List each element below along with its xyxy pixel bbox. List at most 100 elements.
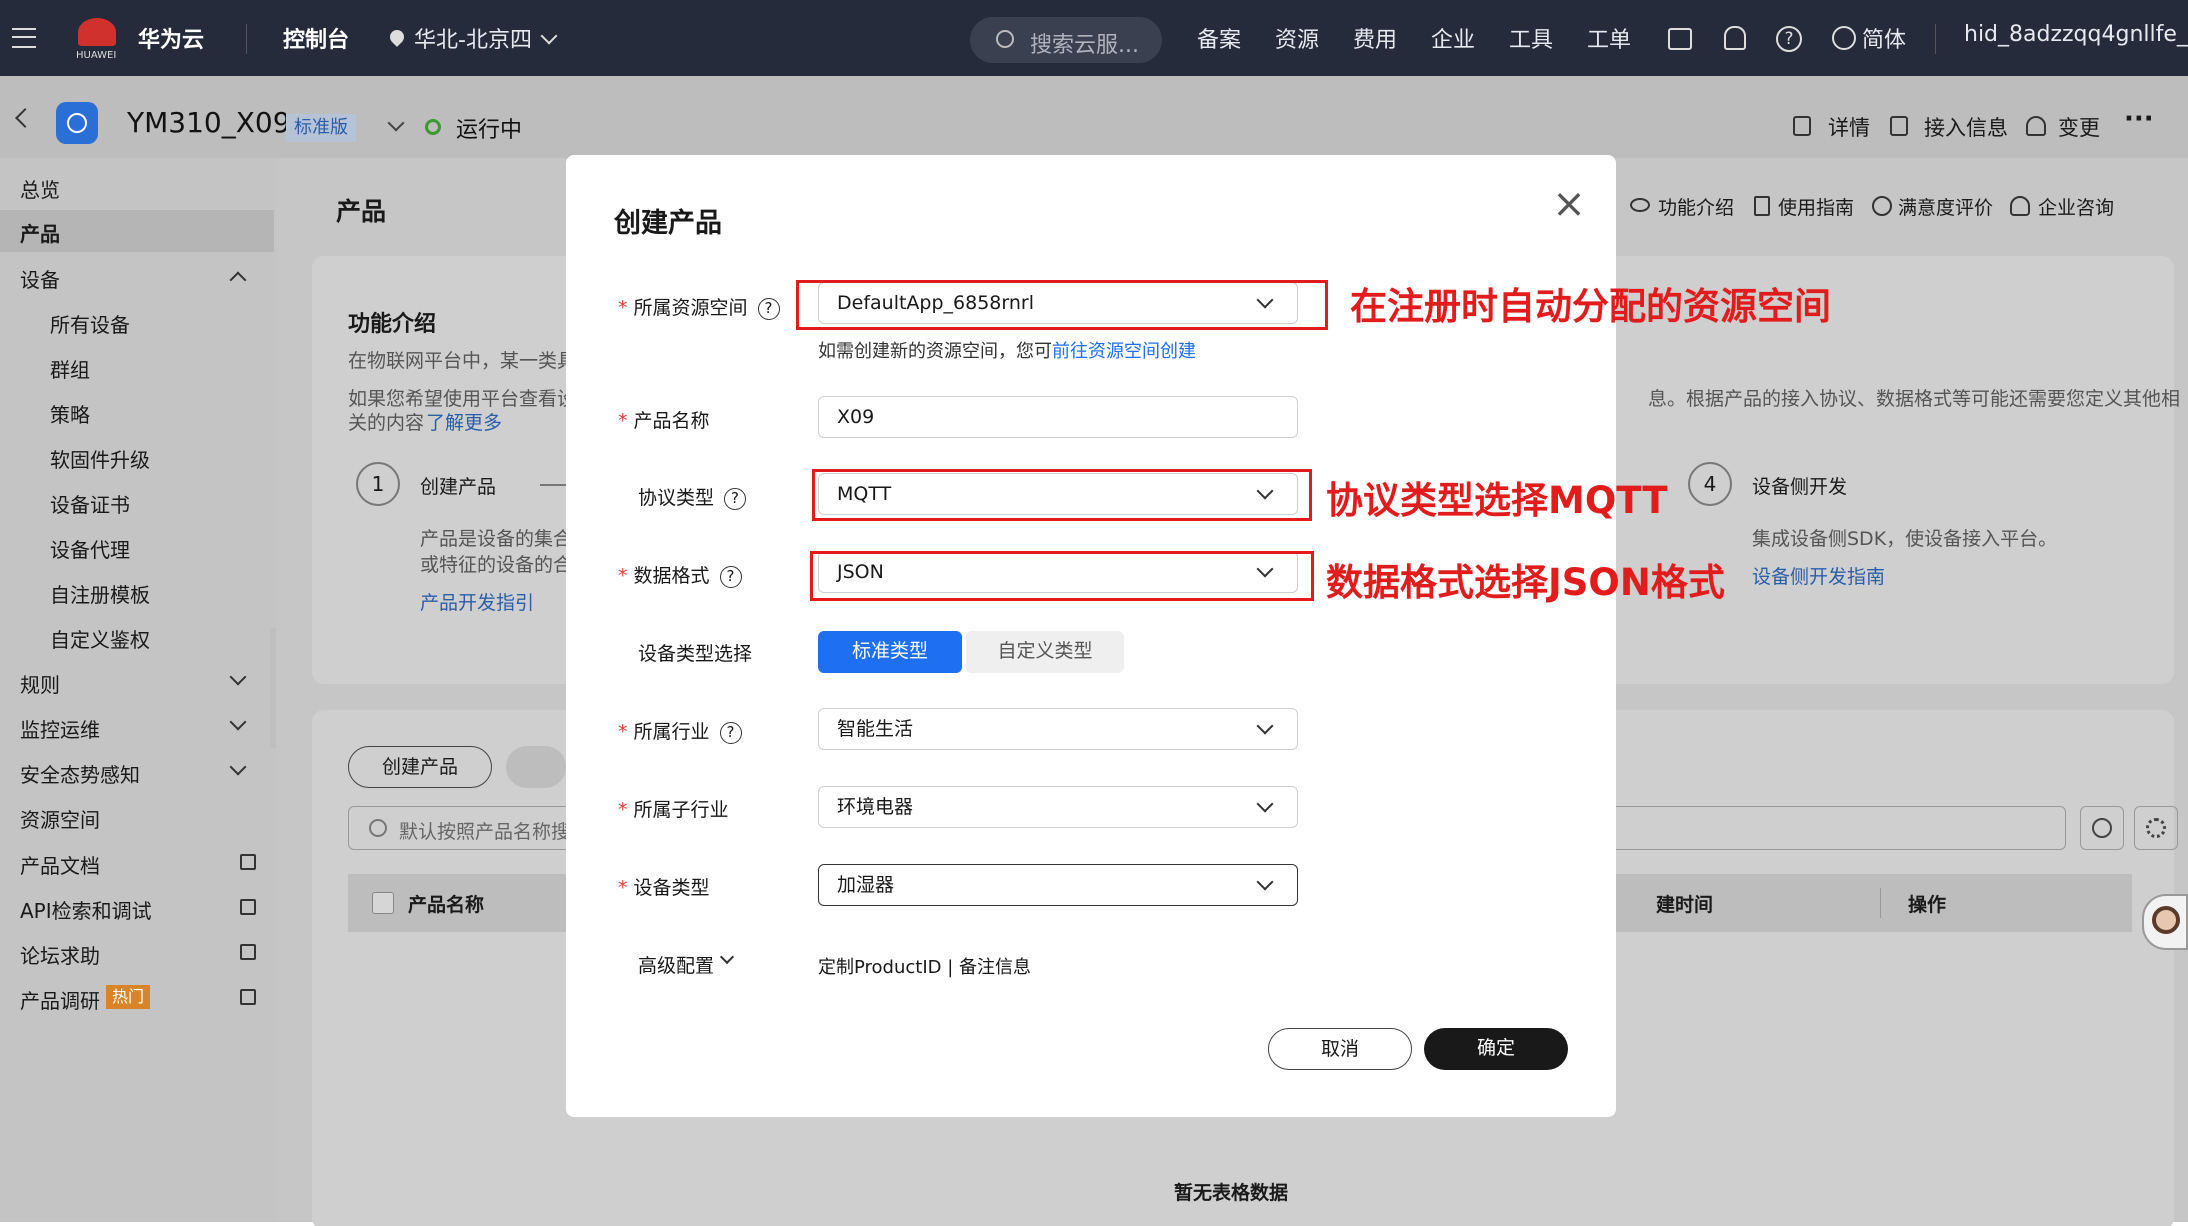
chevron-down-icon[interactable] xyxy=(719,949,735,965)
help-icon[interactable]: ? xyxy=(719,565,742,588)
access-info-button[interactable]: 接入信息 xyxy=(1924,112,2008,142)
globe-icon[interactable] xyxy=(1832,26,1856,50)
cancel-button[interactable]: 取消 xyxy=(1268,1028,1412,1070)
sidebar-item-overview[interactable]: 总览 xyxy=(20,174,60,203)
sub-industry-select[interactable]: 环境电器 xyxy=(818,786,1298,828)
menu-resources[interactable]: 资源 xyxy=(1275,22,1319,54)
link-satisfaction[interactable]: 满意度评价 xyxy=(1898,193,1993,220)
sidebar-item-survey[interactable]: 产品调研 xyxy=(20,985,100,1014)
menu-tools[interactable]: 工具 xyxy=(1509,22,1553,54)
chevron-down-icon xyxy=(1256,873,1274,891)
sidebar-item-forum[interactable]: 论坛求助 xyxy=(20,940,100,969)
sidebar-item-products[interactable]: 产品 xyxy=(20,218,60,247)
intro-line-1: 在物联网平台中，某一类具 xyxy=(348,350,577,372)
intro-line-right: 息。根据产品的接入协议、数据格式等可能还需要您定义其他相 xyxy=(1648,388,2181,410)
secondary-button[interactable] xyxy=(506,746,566,788)
external-link-icon[interactable] xyxy=(240,854,256,870)
link-user-guide[interactable]: 使用指南 xyxy=(1778,193,1854,220)
product-name-input[interactable]: X09 xyxy=(818,396,1298,438)
smile-icon xyxy=(1872,196,1892,216)
sidebar-item-policies[interactable]: 策略 xyxy=(50,399,90,428)
create-product-button[interactable]: 创建产品 xyxy=(348,746,492,788)
confirm-button[interactable]: 确定 xyxy=(1424,1028,1568,1070)
close-icon[interactable]: × xyxy=(1552,184,1586,224)
sidebar-item-ota[interactable]: 软固件升级 xyxy=(50,444,150,473)
label-data-format: * 数据格式? xyxy=(618,561,742,588)
change-icon[interactable] xyxy=(2026,116,2046,136)
brand-name[interactable]: 华为云 xyxy=(138,22,204,54)
device-type-select[interactable]: 加湿器 xyxy=(818,864,1298,906)
language-selector[interactable]: 简体 xyxy=(1862,22,1906,54)
advanced-config-toggle[interactable]: 高级配置 xyxy=(638,951,714,978)
chevron-down-icon[interactable] xyxy=(229,758,247,776)
sidebar-item-monitoring[interactable]: 监控运维 xyxy=(20,714,100,743)
external-link-icon[interactable] xyxy=(240,944,256,960)
assistant-avatar[interactable] xyxy=(2142,894,2188,950)
sidebar-item-product-docs[interactable]: 产品文档 xyxy=(20,850,100,879)
more-actions-icon[interactable]: ··· xyxy=(2124,104,2154,134)
sidebar-item-device-proxy[interactable]: 设备代理 xyxy=(50,534,130,563)
sidebar-item-custom-auth[interactable]: 自定义鉴权 xyxy=(50,624,150,653)
label-protocol: 协议类型? xyxy=(638,483,747,510)
region-selector[interactable]: 华北-北京四 xyxy=(414,22,532,54)
annotation-box-resource-space xyxy=(796,280,1328,330)
sidebar-item-resource-space[interactable]: 资源空间 xyxy=(20,804,100,833)
cloud-shell-icon[interactable] xyxy=(1668,28,1692,50)
region-chevron-down-icon[interactable] xyxy=(540,27,558,45)
instance-switch-chevron-down-icon[interactable] xyxy=(387,114,405,132)
link-feature-intro[interactable]: 功能介绍 xyxy=(1658,193,1734,220)
annotation-data-format: 数据格式选择JSON格式 xyxy=(1326,561,1725,604)
sidebar-item-security[interactable]: 安全态势感知 xyxy=(20,759,140,788)
hamburger-menu-icon[interactable] xyxy=(12,28,36,48)
access-info-icon[interactable] xyxy=(1890,116,1908,136)
col-product-name: 产品名称 xyxy=(408,894,485,916)
sidebar-item-certificates[interactable]: 设备证书 xyxy=(50,489,130,518)
step-1-desc-1: 产品是设备的集合 xyxy=(420,528,573,550)
label-industry: * 所属行业? xyxy=(618,717,742,744)
create-resource-space-link[interactable]: 前往资源空间创建 xyxy=(1052,341,1196,362)
huawei-logo-icon[interactable] xyxy=(78,18,116,46)
menu-beian[interactable]: 备案 xyxy=(1197,22,1241,54)
status-dot-icon xyxy=(425,119,441,135)
step-4-link[interactable]: 设备侧开发指南 xyxy=(1752,562,1885,589)
menu-enterprise[interactable]: 企业 xyxy=(1431,22,1475,54)
chevron-up-icon[interactable] xyxy=(229,271,247,289)
sidebar-item-api-explorer[interactable]: API检索和调试 xyxy=(20,895,152,924)
help-icon[interactable]: ? xyxy=(724,487,747,510)
refresh-icon[interactable] xyxy=(2080,806,2124,850)
sidebar-item-rules[interactable]: 规则 xyxy=(20,669,60,698)
annotation-box-data-format xyxy=(810,551,1314,601)
settings-gear-icon[interactable] xyxy=(2134,806,2178,850)
external-link-icon[interactable] xyxy=(240,899,256,915)
external-link-icon[interactable] xyxy=(240,989,256,1005)
step-1-link[interactable]: 产品开发指引 xyxy=(420,588,534,615)
link-enterprise-consult[interactable]: 企业咨询 xyxy=(2038,193,2114,220)
menu-billing[interactable]: 费用 xyxy=(1353,22,1397,54)
user-account[interactable]: hid_8adzzqq4gnllfe_ xyxy=(1964,22,2188,47)
help-icon[interactable]: ? xyxy=(719,721,742,744)
select-all-checkbox[interactable] xyxy=(372,892,394,914)
sidebar-item-groups[interactable]: 群组 xyxy=(50,354,90,383)
learn-more-link[interactable]: 了解更多 xyxy=(426,408,502,435)
help-icon[interactable]: ? xyxy=(1776,26,1802,52)
sidebar-item-devices[interactable]: 设备 xyxy=(20,264,60,293)
change-button[interactable]: 变更 xyxy=(2058,112,2100,142)
industry-select[interactable]: 智能生活 xyxy=(818,708,1298,750)
advanced-config-summary: 定制ProductID | 备注信息 xyxy=(818,957,1032,978)
details-icon[interactable] xyxy=(1793,116,1811,136)
sidebar-item-self-register[interactable]: 自注册模板 xyxy=(50,579,150,608)
sidebar-item-all-devices[interactable]: 所有设备 xyxy=(50,309,130,338)
chevron-down-icon[interactable] xyxy=(229,668,247,686)
page-title: 产品 xyxy=(336,197,387,226)
bell-icon[interactable] xyxy=(1724,26,1746,50)
menu-tickets[interactable]: 工单 xyxy=(1587,22,1631,54)
global-search-input[interactable]: 搜索云服... xyxy=(970,17,1162,63)
back-arrow-icon[interactable] xyxy=(15,108,35,128)
segment-standard-type[interactable]: 标准类型 xyxy=(818,631,962,673)
console-link[interactable]: 控制台 xyxy=(283,22,349,54)
segment-custom-type[interactable]: 自定义类型 xyxy=(966,631,1124,673)
details-button[interactable]: 详情 xyxy=(1828,112,1870,142)
help-icon[interactable]: ? xyxy=(757,297,780,320)
guide-icon xyxy=(1754,196,1770,216)
chevron-down-icon[interactable] xyxy=(229,713,247,731)
